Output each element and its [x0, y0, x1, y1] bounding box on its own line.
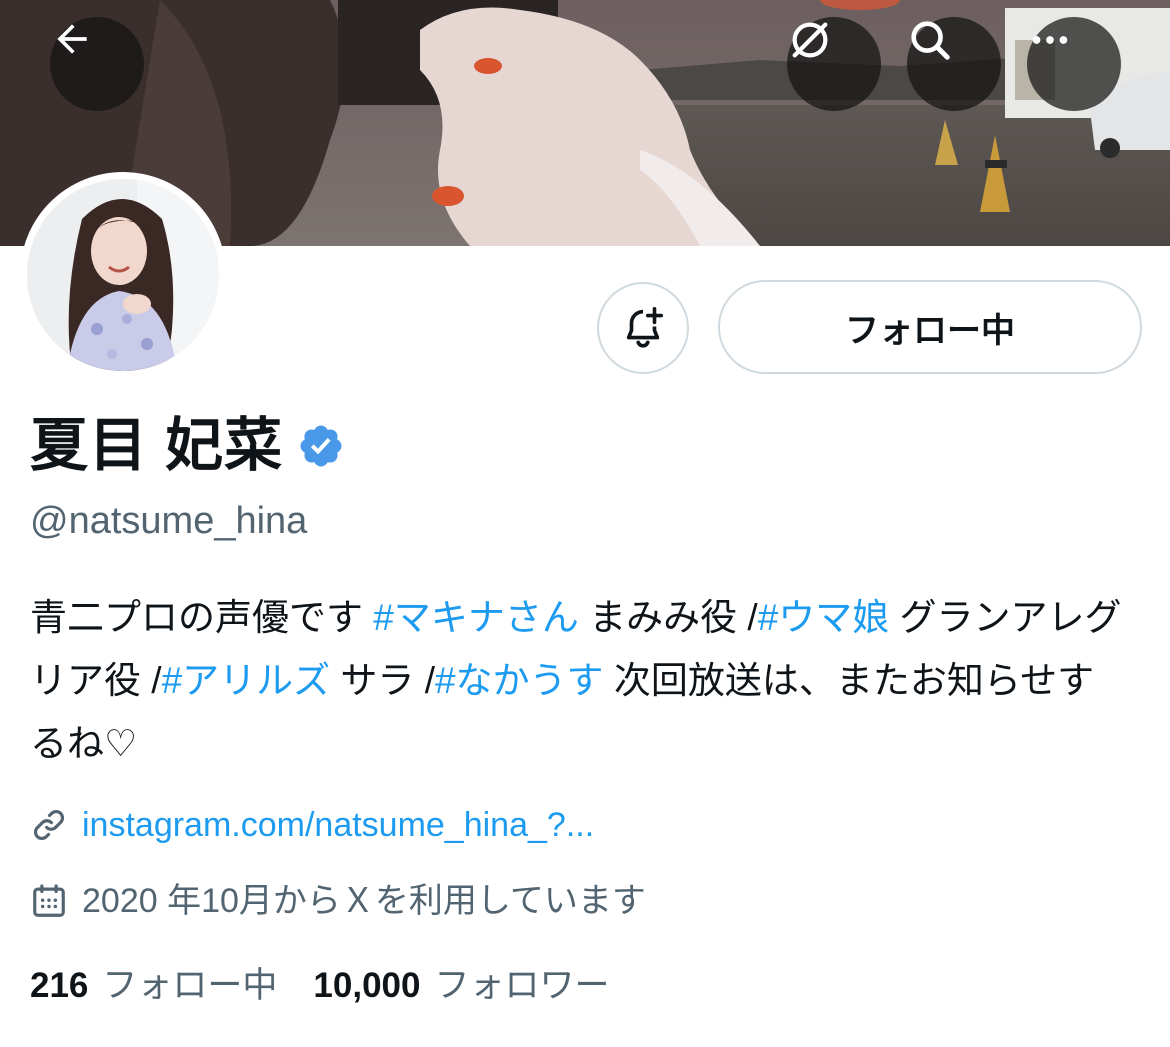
followers-label: フォロワー	[434, 966, 610, 1005]
hashtag-link[interactable]: #ウマ娘	[758, 597, 890, 638]
hashtag-link[interactable]: #なかうす	[435, 660, 604, 701]
bio-text: 青二プロの声優です	[30, 597, 374, 638]
verified-badge-icon[interactable]	[297, 422, 345, 470]
website-link[interactable]: instagram.com/natsume_hina_?...	[82, 803, 594, 847]
following-button[interactable]: フォロー中	[718, 280, 1142, 374]
calendar-icon	[33, 884, 65, 917]
notifications-button[interactable]	[597, 282, 689, 374]
hashtag-link[interactable]: #マキナさん	[373, 597, 579, 638]
followers-stat[interactable]: 10,000 フォロワー	[313, 963, 609, 1009]
bio-text: まみみ役 /	[578, 597, 758, 638]
arrow-left-icon	[57, 24, 87, 54]
followers-count: 10,000	[313, 966, 421, 1005]
search-icon	[911, 21, 950, 60]
following-label: フォロー中	[102, 966, 278, 1005]
link-icon	[34, 810, 64, 840]
bio-text: サラ /	[330, 660, 435, 701]
back-button[interactable]	[50, 17, 144, 111]
profile-page: フォロー中 夏目 妃菜 @natsume_hina 青二プロの声優です #マキナ…	[0, 0, 1170, 1047]
bell-plus-icon	[626, 307, 664, 348]
name-row: 夏目 妃菜	[30, 408, 345, 484]
hashtag-link[interactable]: #アリルズ	[162, 660, 331, 701]
display-name: 夏目 妃菜	[30, 413, 284, 478]
grok-button[interactable]	[787, 17, 881, 111]
avatar-photo	[27, 179, 219, 371]
following-count: 216	[30, 966, 89, 1005]
website-row: instagram.com/natsume_hina_?...	[30, 803, 594, 847]
follow-stats: 216 フォロー中 10,000 フォロワー	[30, 963, 610, 1009]
joined-row: 2020 年10月からＸを利用しています	[30, 879, 646, 923]
search-button[interactable]	[907, 17, 1001, 111]
satellite-off-icon	[792, 22, 828, 58]
following-stat[interactable]: 216 フォロー中	[30, 963, 277, 1009]
user-handle: @natsume_hina	[30, 500, 308, 542]
more-icon	[1032, 36, 1068, 44]
more-options-button[interactable]	[1027, 17, 1121, 111]
joined-date: 2020 年10月からＸを利用しています	[82, 882, 646, 920]
avatar[interactable]	[20, 172, 226, 378]
profile-bio: 青二プロの声優です #マキナさん まみみ役 /#ウマ娘 グランアレグリア役 /#…	[30, 586, 1130, 775]
